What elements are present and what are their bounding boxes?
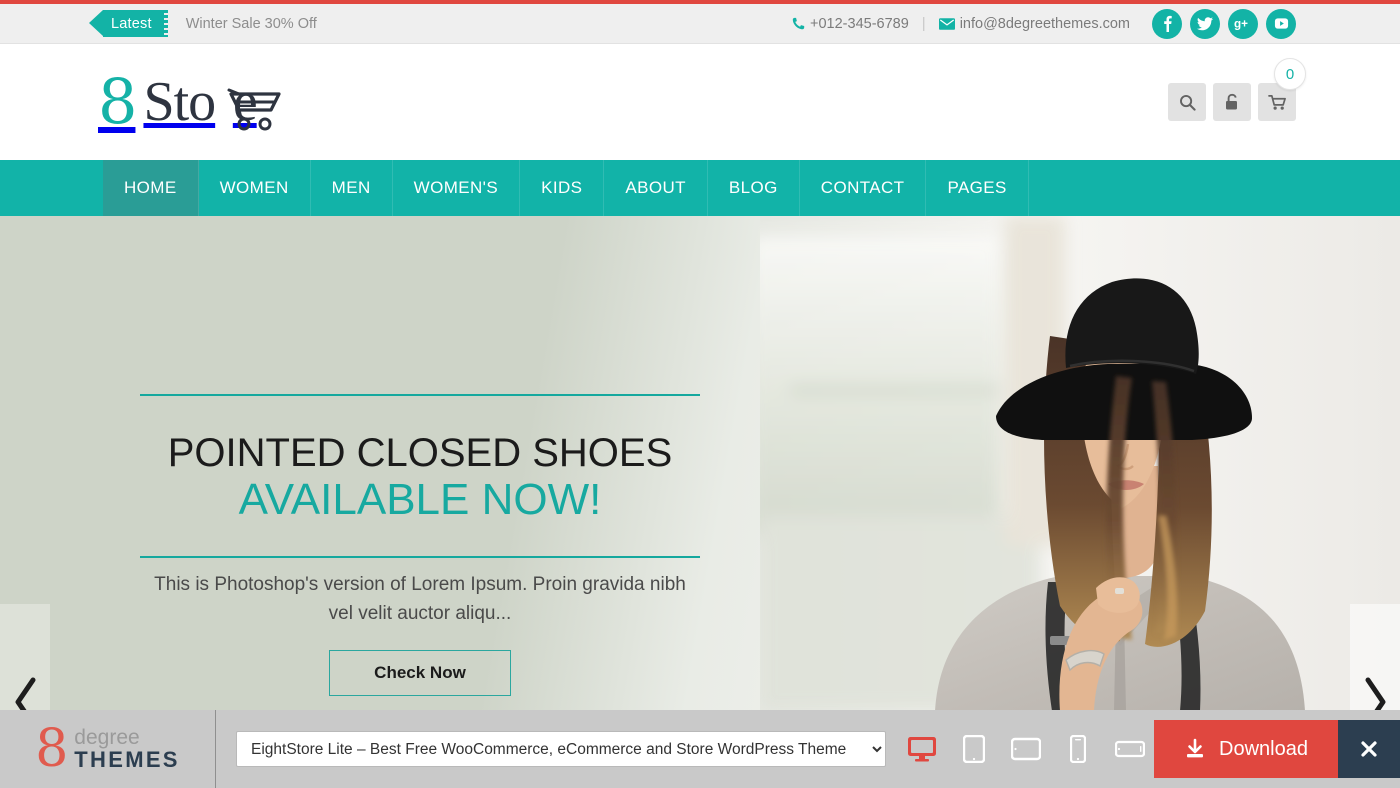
chevron-left-icon — [15, 677, 36, 711]
slider-prev-arrow[interactable] — [0, 604, 50, 711]
nav-item-home[interactable]: HOME — [103, 160, 199, 216]
theme-select[interactable]: EightStore Lite – Best Free WooCommerce,… — [236, 731, 886, 767]
preview-bar-actions: Download — [1154, 710, 1400, 788]
desktop-view-icon[interactable] — [902, 730, 942, 768]
download-button[interactable]: Download — [1154, 720, 1338, 778]
svg-text:g+: g+ — [1234, 18, 1248, 30]
slider-next-arrow[interactable] — [1350, 604, 1400, 711]
download-icon — [1187, 738, 1204, 758]
envelope-icon — [938, 17, 955, 30]
unlock-icon[interactable] — [1213, 83, 1251, 121]
tablet-landscape-view-icon[interactable] — [1006, 730, 1046, 768]
tablet-portrait-view-icon[interactable] — [954, 730, 994, 768]
email-address: info@8degreethemes.com — [959, 15, 1130, 32]
top-info-bar: Latest Winter Sale 30% Off +012-345-6789… — [0, 4, 1400, 44]
8degreethemes-logo[interactable]: 8 degree THEMES — [0, 710, 216, 788]
close-icon — [1361, 741, 1377, 757]
hero-model-photo — [760, 216, 1400, 711]
main-navigation: HOME WOMEN MEN WOMEN'S KIDS ABOUT BLOG C… — [0, 160, 1400, 216]
device-preview-switcher — [902, 730, 1150, 768]
nav-item-contact[interactable]: CONTACT — [800, 160, 927, 216]
mobile-landscape-view-icon[interactable] — [1110, 730, 1150, 768]
mobile-portrait-view-icon[interactable] — [1058, 730, 1098, 768]
caption-top-rule — [140, 394, 700, 396]
hero-photo-illustration — [760, 216, 1400, 711]
latest-ticker: Latest Winter Sale 30% Off — [89, 4, 317, 43]
header-actions: 0 — [1168, 58, 1306, 121]
chevron-right-icon — [1365, 677, 1386, 711]
hero-description: This is Photoshop's version of Lorem Ips… — [154, 574, 686, 624]
topbar-right-group: +012-345-6789 | info@8degreethemes.com g — [792, 8, 1400, 39]
nav-item-pages[interactable]: PAGES — [926, 160, 1029, 216]
ticker-message[interactable]: Winter Sale 30% Off — [186, 16, 317, 32]
social-links: g+ — [1152, 8, 1296, 39]
logo-wordmark: Store — [143, 71, 282, 133]
twitter-icon[interactable] — [1190, 8, 1220, 39]
email-contact[interactable]: info@8degreethemes.com — [938, 15, 1130, 32]
brand-themes-text: THEMES — [74, 747, 180, 772]
page-root: Latest Winter Sale 30% Off +012-345-6789… — [0, 0, 1400, 788]
site-header: 8 Store — [0, 44, 1400, 160]
check-now-button[interactable]: Check Now — [329, 650, 511, 697]
contact-separator: | — [921, 15, 926, 32]
hero-caption: POINTED CLOSED SHOES AVAILABLE NOW! This… — [140, 394, 700, 697]
nav-item-kids[interactable]: KIDS — [520, 160, 605, 216]
phone-icon — [792, 17, 805, 30]
search-icon[interactable] — [1168, 83, 1206, 121]
cart-count-badge: 0 — [1274, 58, 1306, 90]
phone-contact[interactable]: +012-345-6789 — [792, 16, 909, 32]
nav-item-blog[interactable]: BLOG — [708, 160, 800, 216]
theme-preview-bar: 8 degree THEMES EightStore Lite – Best F… — [0, 710, 1400, 788]
brand-degree-text: degree — [74, 726, 140, 749]
close-preview-bar-button[interactable] — [1338, 720, 1400, 778]
nav-item-women[interactable]: WOMEN — [199, 160, 311, 216]
shopping-cart-logo-icon — [227, 88, 282, 131]
googleplus-icon[interactable]: g+ — [1228, 8, 1258, 39]
logo-8-mark: 8 — [98, 65, 137, 138]
site-logo[interactable]: 8 Store — [98, 65, 282, 138]
phone-number: +012-345-6789 — [810, 15, 909, 32]
hero-slider: POINTED CLOSED SHOES AVAILABLE NOW! This… — [0, 216, 1400, 711]
latest-ribbon: Latest — [89, 10, 168, 37]
nav-item-womens[interactable]: WOMEN'S — [393, 160, 521, 216]
brand-8-mark: 8 — [35, 718, 69, 779]
nav-item-about[interactable]: ABOUT — [604, 160, 708, 216]
facebook-icon[interactable] — [1152, 8, 1182, 39]
download-button-label: Download — [1219, 737, 1308, 760]
hero-subtitle: AVAILABLE NOW! — [238, 475, 602, 524]
latest-ribbon-label: Latest — [111, 15, 152, 32]
logo-text-left: Sto — [143, 71, 216, 133]
hero-title: POINTED CLOSED SHOES — [167, 431, 673, 475]
nav-item-men[interactable]: MEN — [311, 160, 393, 216]
youtube-icon[interactable] — [1266, 8, 1296, 39]
caption-bottom-rule — [140, 556, 700, 559]
